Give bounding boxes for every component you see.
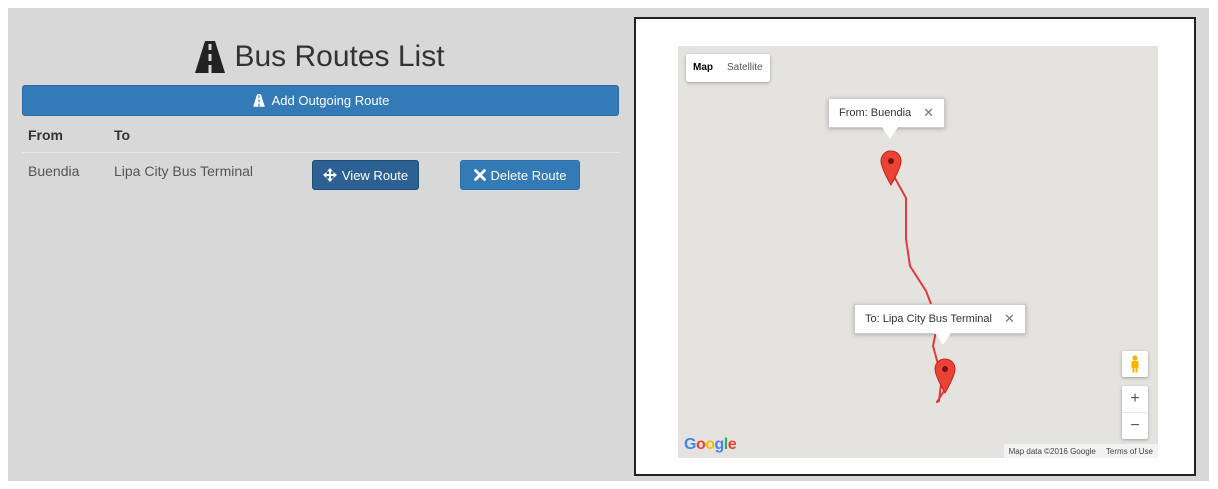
terms-link[interactable]: Terms of Use (1106, 447, 1153, 456)
move-arrows-icon (322, 168, 337, 182)
table-row: Buendia Lipa City Bus Terminal View Rout… (22, 153, 619, 198)
map-type-control: Map Satellite (686, 54, 770, 82)
delete-route-label: Delete Route (490, 167, 567, 183)
road-icon (252, 94, 265, 107)
remove-icon (473, 169, 486, 181)
map-type-map[interactable]: Map (686, 54, 720, 82)
view-route-button[interactable]: View Route (312, 160, 419, 190)
map-attribution: Map data ©2016 Google Terms of Use (1003, 444, 1158, 458)
close-icon[interactable]: ✕ (1004, 311, 1015, 327)
attribution-text: Map data ©2016 Google (1008, 446, 1096, 456)
origin-info-tail (882, 127, 898, 139)
pegman-icon[interactable] (1122, 351, 1148, 377)
page-title: Bus Routes List (8, 40, 629, 74)
table-header: From To (22, 118, 619, 153)
column-header-to: To (114, 127, 131, 143)
cell-to: Lipa City Bus Terminal (114, 163, 254, 179)
page-title-text: Bus Routes List (234, 40, 445, 73)
origin-info-text: From: Buendia (839, 107, 912, 119)
zoom-out-button[interactable]: − (1122, 412, 1148, 439)
column-header-from: From (28, 127, 63, 143)
zoom-in-button[interactable]: + (1122, 386, 1148, 412)
close-icon[interactable]: ✕ (923, 105, 934, 121)
road-icon (195, 41, 226, 73)
destination-info-tail (935, 333, 951, 345)
destination-info-window: To: Lipa City Bus Terminal ✕ (854, 304, 1026, 334)
add-outgoing-route-button[interactable]: Add Outgoing Route (22, 85, 619, 116)
origin-marker-icon[interactable] (880, 150, 902, 186)
destination-marker-icon[interactable] (934, 358, 956, 394)
map-frame: Map Satellite From: Buendia ✕ To: Lipa C… (634, 17, 1196, 476)
zoom-control: + − (1122, 386, 1148, 439)
view-route-label: View Route (341, 167, 409, 183)
map-type-satellite[interactable]: Satellite (720, 54, 770, 82)
cell-from: Buendia (28, 163, 80, 179)
delete-route-button[interactable]: Delete Route (460, 160, 580, 190)
routes-panel: Bus Routes List Add Outgoing Route From … (8, 8, 629, 481)
destination-info-text: To: Lipa City Bus Terminal (865, 313, 992, 325)
add-outgoing-route-label: Add Outgoing Route (271, 93, 390, 108)
origin-info-window: From: Buendia ✕ (828, 98, 946, 128)
google-logo: Google (684, 436, 737, 453)
route-map[interactable]: Map Satellite From: Buendia ✕ To: Lipa C… (678, 46, 1158, 458)
